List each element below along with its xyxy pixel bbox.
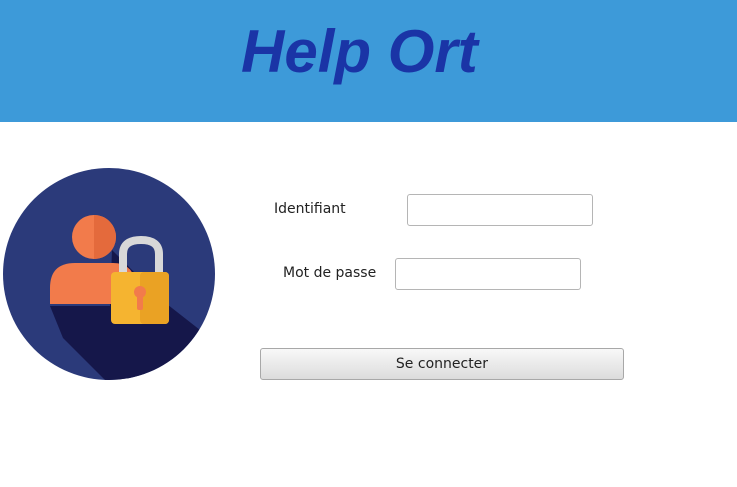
username-field[interactable]: [407, 194, 593, 226]
header-banner: Help Ort: [0, 0, 737, 122]
app-title: Help Ort: [241, 18, 478, 85]
username-label: Identifiant: [274, 201, 346, 217]
password-label: Mot de passe: [283, 265, 377, 281]
login-button[interactable]: Se connecter: [260, 348, 624, 380]
login-window: Help Ort Identifiant Mot de passe Se con…: [0, 0, 737, 487]
user-lock-icon: [3, 168, 215, 380]
password-field[interactable]: [395, 258, 581, 290]
